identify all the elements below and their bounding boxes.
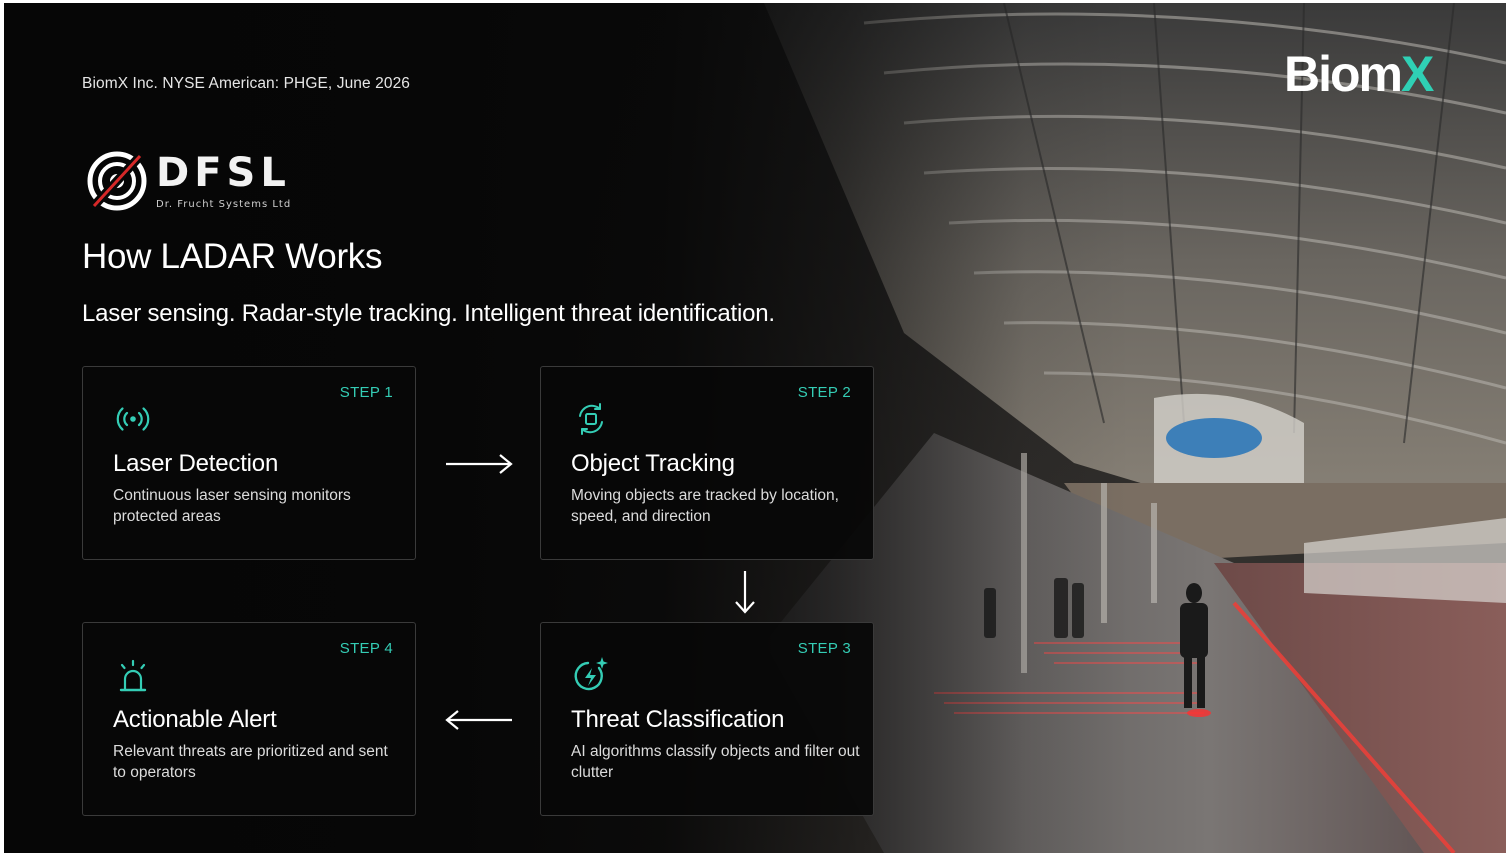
step-card-laser-detection: STEP 1 Laser Detection Continuous laser …: [82, 366, 416, 560]
slide: BiomX Inc. NYSE American: PHGE, June 202…: [4, 3, 1506, 853]
step-title: Object Tracking: [571, 450, 735, 477]
dfsl-emblem-icon: [87, 150, 147, 212]
step-description: AI algorithms classify objects and filte…: [571, 743, 860, 781]
dfsl-tagline: Dr. Frucht Systems Ltd: [156, 199, 292, 210]
brand-text: Biom: [1284, 46, 1403, 102]
step-card-actionable-alert: STEP 4 Actionable Alert Relevant threats…: [82, 622, 416, 816]
page-title: How LADAR Works: [82, 237, 383, 276]
ai-bolt-icon: [574, 657, 608, 691]
broadcast-icon: [116, 407, 150, 431]
tracking-icon: [579, 403, 603, 435]
step-description: Moving objects are tracked by location, …: [571, 487, 839, 525]
step-card-object-tracking: STEP 2 Object Tracking Moving objects ar…: [540, 366, 874, 560]
arrow-left-icon: [445, 710, 512, 730]
arrow-right-icon: [446, 454, 513, 474]
step-description: Relevant threats are prioritized and sen…: [113, 743, 388, 781]
step-title: Threat Classification: [571, 706, 785, 733]
brand-accent: X: [1401, 46, 1434, 102]
step-label: STEP 3: [797, 640, 851, 657]
step-label: STEP 4: [339, 640, 393, 657]
dfsl-wordmark: DFSL: [156, 150, 291, 196]
step-card-threat-classification: STEP 3 Threat Classification AI algorith…: [540, 622, 874, 816]
step-label: STEP 1: [339, 384, 393, 401]
meta-line: BiomX Inc. NYSE American: PHGE, June 202…: [82, 75, 411, 92]
siren-icon: [119, 659, 147, 692]
step-description: Continuous laser sensing monitors protec…: [113, 487, 351, 525]
step-title: Actionable Alert: [113, 706, 277, 733]
step-title: Laser Detection: [113, 450, 279, 477]
arrow-down-icon: [735, 571, 755, 614]
page-subtitle: Laser sensing. Radar-style tracking. Int…: [82, 300, 775, 327]
biomx-logo: BiomX: [1284, 46, 1434, 102]
step-label: STEP 2: [797, 384, 851, 401]
